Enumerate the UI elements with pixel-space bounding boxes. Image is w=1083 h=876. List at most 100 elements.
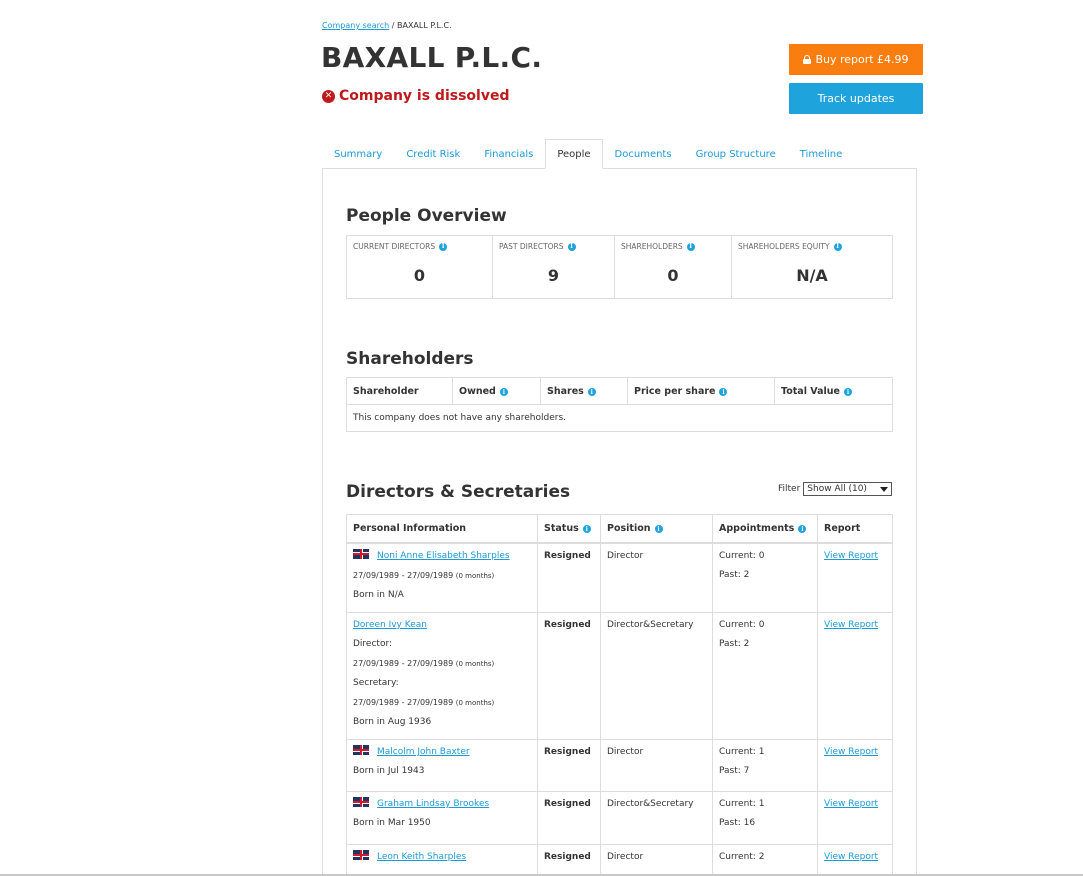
tab-financials[interactable]: Financials — [472, 139, 545, 169]
director-name-link[interactable]: Doreen Ivy Kean — [353, 620, 427, 630]
overview-past-directors: PAST DIRECTORS i 9 — [493, 236, 615, 298]
view-report-link[interactable]: View Report — [824, 799, 878, 809]
director-name-link[interactable]: Leon Keith Sharples — [377, 852, 466, 862]
tab-documents[interactable]: Documents — [603, 139, 684, 169]
tab-bar: Summary Credit Risk Financials People Do… — [322, 139, 854, 169]
info-icon[interactable]: i — [833, 242, 842, 251]
overview-label: SHAREHOLDERS EQUITY — [738, 242, 830, 251]
filter-label: Filter — [778, 484, 801, 494]
column-header: Owned i — [452, 377, 541, 405]
shareholders-title: Shareholders — [346, 349, 474, 369]
uk-flag-icon — [353, 850, 369, 860]
view-report-link[interactable]: View Report — [824, 747, 878, 757]
personal-info-cell: Doreen Ivy Kean Director: 27/09/1989 - 2… — [346, 612, 538, 740]
people-overview-title: People Overview — [346, 206, 507, 226]
report-cell: View Report — [817, 791, 893, 845]
info-icon[interactable]: i — [719, 388, 728, 396]
overview-current-directors: CURRENT DIRECTORS i 0 — [347, 236, 493, 298]
column-header: Appointments i — [712, 514, 818, 544]
directors-table: Personal Information Status i Position i A… — [346, 514, 893, 876]
tab-timeline[interactable]: Timeline — [788, 139, 855, 169]
breadcrumb-company-search-link[interactable]: Company search — [322, 21, 389, 30]
view-report-link[interactable]: View Report — [824, 852, 878, 862]
info-icon[interactable]: i — [582, 525, 591, 534]
personal-info-cell: Leon Keith Sharples — [346, 844, 538, 876]
appointments-cell: Current: 1 Past: 7 — [712, 739, 818, 792]
appointment-duration: (0 months) — [455, 660, 495, 668]
filter-value: Show All (10) — [807, 484, 867, 494]
position-cell: Director — [600, 844, 713, 876]
overview-value: N/A — [796, 266, 828, 285]
appointment-dates: 27/09/1989 - 27/09/1989 — [353, 659, 454, 668]
status-cell: Resigned — [537, 612, 601, 740]
director-name-link[interactable]: Graham Lindsay Brookes — [377, 799, 489, 809]
dissolved-status-text: Company is dissolved — [339, 88, 510, 104]
overview-value: 0 — [413, 266, 426, 285]
appointments-cell: Current: 0 Past: 2 — [712, 612, 818, 740]
appointment-duration: (0 months) — [455, 699, 495, 707]
breadcrumb: Company search / BAXALL P.L.C. — [322, 21, 452, 30]
overview-label: CURRENT DIRECTORS — [353, 242, 436, 251]
position-cell: Director — [600, 739, 713, 792]
people-overview-grid: CURRENT DIRECTORS i 0 PAST DIRECTORS i 9 S… — [346, 235, 893, 299]
track-updates-button[interactable]: Track updates — [789, 83, 923, 114]
tab-people[interactable]: People — [545, 139, 603, 169]
column-header: Shareholder — [346, 377, 453, 405]
tab-group-structure[interactable]: Group Structure — [684, 139, 788, 169]
uk-flag-icon — [353, 548, 369, 559]
born-text: Born in N/A — [353, 589, 404, 600]
overview-label: PAST DIRECTORS — [499, 242, 564, 251]
overview-value: 0 — [667, 266, 679, 285]
role-label: Secretary: — [353, 678, 399, 688]
report-cell: View Report — [817, 739, 893, 792]
column-header: Shares i — [540, 377, 628, 405]
shareholders-table: Shareholder Owned i Shares i Price per sha… — [346, 377, 893, 432]
info-icon[interactable]: i — [843, 388, 852, 396]
dissolved-status: ✕ Company is dissolved — [322, 88, 509, 104]
appointment-duration: (0 months) — [455, 571, 495, 580]
info-icon[interactable]: i — [686, 242, 695, 251]
role-label: Director: — [353, 639, 393, 649]
position-cell: Director&Secretary — [600, 612, 713, 740]
chevron-down-icon — [880, 486, 889, 492]
buy-report-button[interactable]: Buy report £4.99 — [789, 44, 923, 75]
personal-info-cell: Graham Lindsay Brookes Born in Mar 1950 — [346, 791, 538, 845]
overview-label: SHAREHOLDERS — [621, 242, 683, 251]
info-icon[interactable]: i — [567, 242, 576, 251]
born-text: Born in Aug 1936 — [353, 717, 432, 727]
personal-info-cell: Noni Anne Elisabeth Sharples 27/09/1989 … — [346, 542, 538, 613]
info-icon[interactable]: i — [654, 525, 663, 534]
view-report-link[interactable]: View Report — [824, 551, 878, 561]
tab-credit-risk[interactable]: Credit Risk — [394, 139, 472, 169]
born-text: Born in Jul 1943 — [353, 766, 425, 776]
position-cell: Director&Secretary — [600, 791, 713, 845]
column-header: Personal Information — [346, 514, 538, 544]
info-icon[interactable]: i — [499, 388, 508, 396]
report-cell: View Report — [817, 844, 893, 876]
company-title: BAXALL P.L.C. — [321, 41, 543, 74]
info-icon[interactable]: i — [798, 525, 807, 534]
info-icon[interactable]: i — [439, 242, 448, 251]
director-name-link[interactable]: Noni Anne Elisabeth Sharples — [377, 551, 510, 561]
lock-icon — [803, 55, 812, 64]
table-row: Doreen Ivy Kean Director: 27/09/1989 - 2… — [346, 612, 893, 740]
director-name-link[interactable]: Malcolm John Baxter — [377, 747, 470, 757]
track-updates-label: Track updates — [817, 92, 895, 105]
overview-shareholders-equity: SHAREHOLDERS EQUITY i N/A — [732, 236, 892, 298]
table-row: Malcolm John Baxter Born in Jul 1943 Res… — [346, 739, 893, 792]
personal-info-cell: Malcolm John Baxter Born in Jul 1943 — [346, 739, 538, 792]
tab-summary[interactable]: Summary — [322, 139, 394, 169]
view-report-link[interactable]: View Report — [824, 620, 878, 630]
appointments-cell: Current: 2 — [712, 844, 818, 876]
table-row: Graham Lindsay Brookes Born in Mar 1950 … — [346, 791, 893, 845]
appointments-cell: Current: 0 Past: 2 — [712, 542, 818, 613]
overview-value: 9 — [547, 266, 560, 285]
directors-title: Directors & Secretaries — [346, 482, 571, 502]
filter-select[interactable]: Show All (10) — [803, 482, 893, 496]
status-cell: Resigned — [537, 844, 601, 876]
directors-filter: Filter Show All (10) — [778, 482, 893, 496]
info-icon[interactable]: i — [587, 388, 596, 396]
status-cell: Resigned — [537, 542, 601, 613]
column-header: Status i — [537, 514, 601, 544]
column-header: Price per share i — [627, 377, 775, 405]
